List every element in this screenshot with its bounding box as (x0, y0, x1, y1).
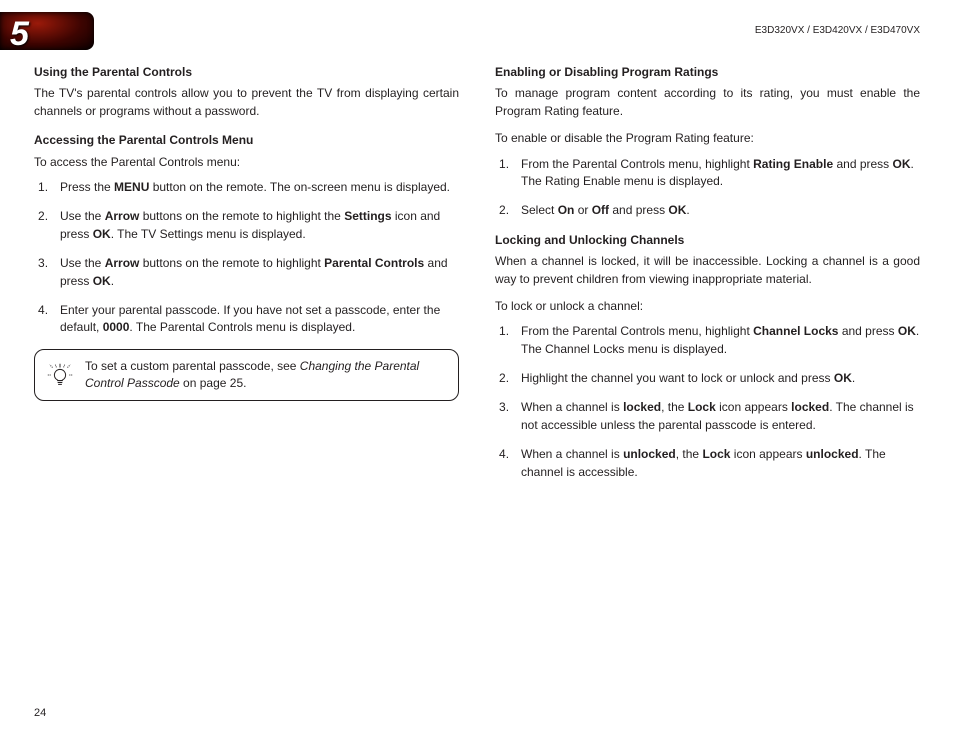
lead-text: To lock or unlock a channel: (495, 298, 920, 315)
list-item: When a channel is unlocked, the Lock ico… (495, 446, 920, 481)
heading-program-ratings: Enabling or Disabling Program Ratings (495, 64, 920, 81)
chapter-number: 5 (10, 10, 29, 59)
list-item: When a channel is locked, the Lock icon … (495, 399, 920, 434)
heading-accessing-menu: Accessing the Parental Controls Menu (34, 132, 459, 149)
list-item: Enter your parental passcode. If you hav… (34, 302, 459, 337)
list-item: From the Parental Controls menu, highlig… (495, 156, 920, 191)
content-columns: Using the Parental Controls The TV's par… (0, 50, 954, 493)
list-item: Use the Arrow buttons on the remote to h… (34, 208, 459, 243)
left-column: Using the Parental Controls The TV's par… (34, 64, 459, 493)
lead-text: To enable or disable the Program Rating … (495, 130, 920, 147)
chapter-badge: 5 (0, 12, 94, 50)
list-item: Use the Arrow buttons on the remote to h… (34, 255, 459, 290)
model-line: E3D320VX / E3D420VX / E3D470VX (755, 12, 920, 39)
page-number: 24 (34, 706, 46, 722)
right-column: Enabling or Disabling Program Ratings To… (495, 64, 920, 493)
body-text: When a channel is locked, it will be ina… (495, 253, 920, 288)
steps-access-menu: Press the MENU button on the remote. The… (34, 179, 459, 337)
lead-text: To access the Parental Controls menu: (34, 154, 459, 171)
steps-program-rating: From the Parental Controls menu, highlig… (495, 156, 920, 220)
list-item: From the Parental Controls menu, highlig… (495, 323, 920, 358)
steps-channel-locks: From the Parental Controls menu, highlig… (495, 323, 920, 481)
heading-channel-locks: Locking and Unlocking Channels (495, 232, 920, 249)
tip-callout: To set a custom parental passcode, see C… (34, 349, 459, 402)
tip-text: To set a custom parental passcode, see C… (85, 359, 419, 390)
page-header: 5 E3D320VX / E3D420VX / E3D470VX (0, 0, 954, 50)
intro-paragraph: The TV's parental controls allow you to … (34, 85, 459, 120)
heading-parental-controls: Using the Parental Controls (34, 64, 459, 81)
list-item: Select On or Off and press OK. (495, 202, 920, 219)
lightbulb-icon (45, 360, 75, 390)
list-item: Press the MENU button on the remote. The… (34, 179, 459, 196)
list-item: Highlight the channel you want to lock o… (495, 370, 920, 387)
body-text: To manage program content according to i… (495, 85, 920, 120)
